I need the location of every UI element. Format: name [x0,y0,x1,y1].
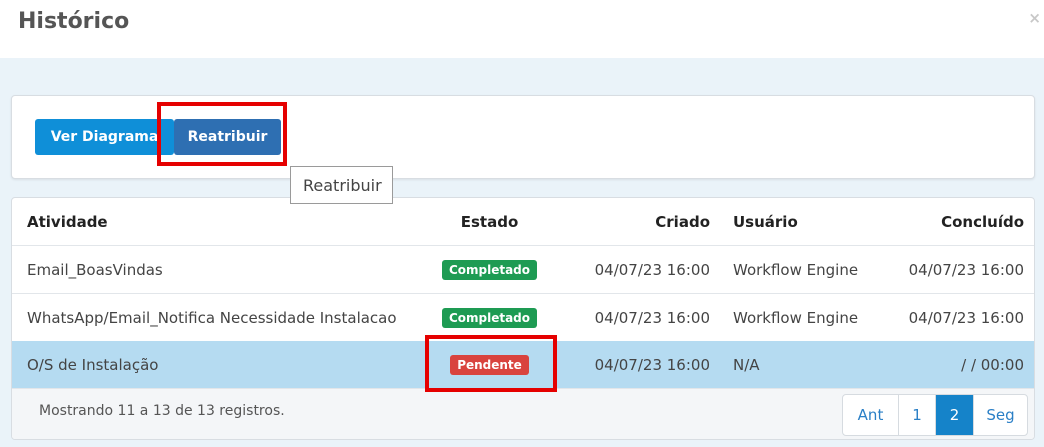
cell-criado: 04/07/23 16:00 [594,355,710,374]
table-header: Atividade Estado Criado Usuário Concluíd… [12,198,1034,246]
cell-usuario: Workflow Engine [733,260,859,279]
pagination-prev[interactable]: Ant [843,395,898,435]
cell-concluido: / / 00:00 [961,355,1024,374]
cell-atividade: WhatsApp/Email_Notifica Necessidade Inst… [27,308,397,327]
status-badge: Completado [441,307,538,328]
cell-estado: Completado [427,246,552,293]
pagination-page-1[interactable]: 1 [898,395,935,435]
cell-atividade: Email_BoasVindas [27,260,163,279]
cell-estado: Pendente [427,341,552,388]
table-row[interactable]: WhatsApp/Email_Notifica Necessidade Inst… [12,294,1034,342]
cell-estado: Completado [427,294,552,341]
cell-concluido: 04/07/23 16:00 [908,308,1024,327]
history-table: Atividade Estado Criado Usuário Concluíd… [11,197,1035,440]
column-header-concluido[interactable]: Concluído [941,198,1024,245]
status-badge: Completado [441,259,538,280]
close-icon[interactable]: × [1028,9,1041,27]
cell-usuario: Workflow Engine [733,308,859,327]
column-header-estado[interactable]: Estado [427,198,552,245]
cell-concluido: 04/07/23 16:00 [908,260,1024,279]
reatribuir-tooltip: Reatribuir [290,166,393,204]
cell-criado: 04/07/23 16:00 [594,308,710,327]
cell-criado: 04/07/23 16:00 [594,260,710,279]
reatribuir-button[interactable]: Reatribuir [174,119,281,155]
cell-atividade: O/S de Instalação [27,355,159,374]
pagination-next[interactable]: Seg [973,395,1027,435]
table-footer: Mostrando 11 a 13 de 13 registros. Ant 1… [12,389,1034,439]
modal-header: Histórico × [0,0,1044,58]
column-header-atividade[interactable]: Atividade [27,198,108,245]
modal-title: Histórico [18,9,130,34]
pagination-page-2-active[interactable]: 2 [935,395,973,435]
ver-diagrama-button[interactable]: Ver Diagrama [35,119,174,155]
records-summary: Mostrando 11 a 13 de 13 registros. [39,403,285,419]
cell-usuario: N/A [733,355,760,374]
actions-panel: Ver Diagrama Reatribuir [11,95,1035,179]
table-row-selected[interactable]: O/S de Instalação Pendente 04/07/23 16:0… [12,341,1034,389]
column-header-criado[interactable]: Criado [655,198,710,245]
table-row[interactable]: Email_BoasVindas Completado 04/07/23 16:… [12,246,1034,294]
pagination: Ant 1 2 Seg [842,394,1028,436]
status-badge: Pendente [450,354,529,375]
column-header-usuario[interactable]: Usuário [733,198,798,245]
